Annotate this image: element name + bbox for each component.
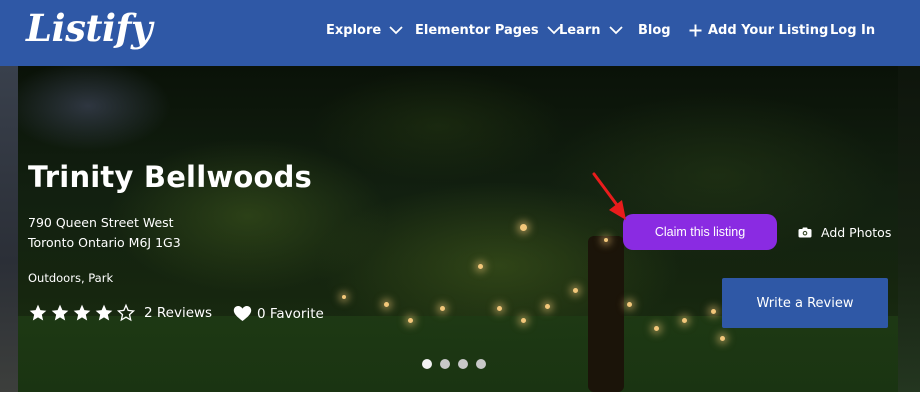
nav-elementor-pages-label: Elementor Pages xyxy=(415,23,539,38)
favorite-button[interactable]: 0 Favorite xyxy=(233,305,324,322)
nav-elementor-pages[interactable]: Elementor Pages xyxy=(415,23,561,38)
star-outline-icon xyxy=(116,303,136,322)
nav-add-your-listing[interactable]: Add Your Listing xyxy=(689,23,828,38)
nav-learn-label: Learn xyxy=(559,23,601,38)
string-light xyxy=(497,306,502,311)
nav-explore-label: Explore xyxy=(326,23,382,38)
string-light xyxy=(408,318,413,323)
nav-blog-label: Blog xyxy=(638,23,671,38)
star-icon xyxy=(29,304,47,321)
star-icon xyxy=(73,304,91,321)
star-icon xyxy=(51,304,69,321)
listing-hero: Trinity Bellwoods 790 Queen Street West … xyxy=(0,66,920,392)
claim-listing-button[interactable]: Claim this listing xyxy=(623,214,777,250)
string-light xyxy=(720,336,725,341)
string-light xyxy=(654,326,659,331)
string-light xyxy=(521,318,526,323)
chevron-down-icon xyxy=(389,26,403,35)
add-photos-label: Add Photos xyxy=(821,225,892,240)
plus-icon xyxy=(689,24,702,37)
string-light xyxy=(711,309,716,314)
slider-pagination xyxy=(422,359,486,369)
star-rating: 2 Reviews xyxy=(28,303,212,323)
page: Listify Explore Elementor Pages Learn Bl… xyxy=(0,0,920,412)
nav-log-in[interactable]: Log In xyxy=(830,23,875,38)
nav-learn[interactable]: Learn xyxy=(559,23,623,38)
previous-slide-edge xyxy=(0,66,18,392)
add-photos-button[interactable]: Add Photos xyxy=(798,225,891,240)
camera-icon xyxy=(798,227,812,238)
string-light xyxy=(545,304,550,309)
reviews-count-link[interactable]: 2 Reviews xyxy=(144,305,212,321)
string-light xyxy=(440,306,445,311)
string-light xyxy=(573,288,578,293)
chevron-down-icon xyxy=(608,26,623,35)
string-light xyxy=(520,224,527,231)
site-logo[interactable]: Listify xyxy=(26,6,152,50)
nav-log-in-label: Log In xyxy=(830,23,876,38)
string-light xyxy=(384,302,389,307)
star-icon xyxy=(95,304,113,321)
listing-categories[interactable]: Outdoors, Park xyxy=(28,271,113,285)
string-light xyxy=(682,318,687,323)
site-header: Listify Explore Elementor Pages Learn Bl… xyxy=(0,0,920,66)
listing-title: Trinity Bellwoods xyxy=(28,160,312,194)
string-light xyxy=(604,238,608,242)
string-light xyxy=(627,302,632,307)
nav-blog[interactable]: Blog xyxy=(638,23,671,38)
annotation-arrow-icon xyxy=(592,172,626,220)
write-review-button[interactable]: Write a Review xyxy=(722,278,888,328)
slider-dot[interactable] xyxy=(422,359,432,369)
string-light xyxy=(478,264,483,269)
slider-dot[interactable] xyxy=(476,359,486,369)
slider-dot[interactable] xyxy=(440,359,450,369)
string-light xyxy=(342,295,346,299)
nav-explore[interactable]: Explore xyxy=(326,23,403,38)
favorite-count: 0 Favorite xyxy=(257,305,324,322)
heart-icon xyxy=(233,305,252,322)
address-line-1: 790 Queen Street West xyxy=(28,215,174,230)
slider-dot[interactable] xyxy=(458,359,468,369)
next-slide-edge xyxy=(898,66,920,392)
address-line-2: Toronto Ontario M6J 1G3 xyxy=(28,235,181,250)
tree-trunk xyxy=(588,236,624,392)
nav-add-your-listing-label: Add Your Listing xyxy=(708,23,829,38)
